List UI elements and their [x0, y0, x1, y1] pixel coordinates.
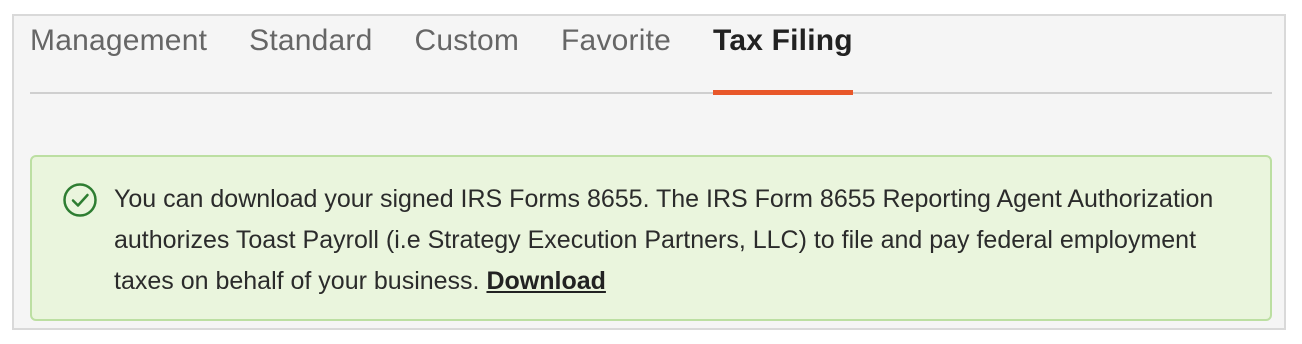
download-link[interactable]: Download: [486, 267, 605, 295]
alert-message: You can download your signed IRS Forms 8…: [114, 179, 1230, 302]
tab-standard[interactable]: Standard: [249, 16, 372, 92]
check-circle-icon: [62, 182, 98, 218]
tab-tax-filing[interactable]: Tax Filing: [713, 16, 853, 95]
tab-custom[interactable]: Custom: [414, 16, 519, 92]
tab-management[interactable]: Management: [30, 16, 207, 92]
tab-bar: Management Standard Custom Favorite Tax …: [30, 16, 1272, 95]
settings-panel: Management Standard Custom Favorite Tax …: [12, 14, 1286, 330]
alert-message-text: You can download your signed IRS Forms 8…: [114, 185, 1214, 295]
tab-favorite[interactable]: Favorite: [561, 16, 671, 92]
success-alert: You can download your signed IRS Forms 8…: [30, 155, 1272, 321]
